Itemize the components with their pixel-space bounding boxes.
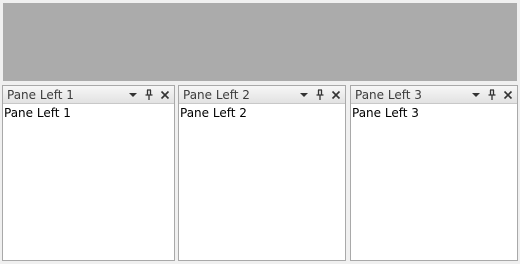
- chevron-down-icon[interactable]: [469, 87, 483, 102]
- pane-header-buttons: [297, 87, 343, 102]
- pane-header[interactable]: Pane Left 3: [351, 86, 517, 104]
- close-icon[interactable]: [158, 87, 172, 102]
- pin-icon[interactable]: [485, 87, 499, 102]
- pane-header[interactable]: Pane Left 2: [179, 86, 345, 104]
- pane-content: Pane Left 1: [4, 106, 71, 120]
- pane-left-2[interactable]: Pane Left 2 Pane Left 2: [178, 85, 346, 261]
- pin-icon[interactable]: [313, 87, 327, 102]
- pane-header-buttons: [126, 87, 172, 102]
- pane-title: Pane Left 2: [183, 88, 250, 102]
- close-icon[interactable]: [329, 87, 343, 102]
- pane-content: Pane Left 3: [352, 106, 419, 120]
- chevron-down-icon[interactable]: [126, 87, 140, 102]
- pane-header[interactable]: Pane Left 1: [3, 86, 174, 104]
- pane-header-buttons: [469, 87, 515, 102]
- pane-left-1[interactable]: Pane Left 1 Pane Left 1: [2, 85, 175, 261]
- pane-left-3[interactable]: Pane Left 3 Pane Left 3: [350, 85, 518, 261]
- pane-title: Pane Left 3: [355, 88, 422, 102]
- pane-content: Pane Left 2: [180, 106, 247, 120]
- chevron-down-icon[interactable]: [297, 87, 311, 102]
- pin-icon[interactable]: [142, 87, 156, 102]
- pane-title: Pane Left 1: [7, 88, 74, 102]
- close-icon[interactable]: [501, 87, 515, 102]
- document-host-area: [3, 3, 517, 81]
